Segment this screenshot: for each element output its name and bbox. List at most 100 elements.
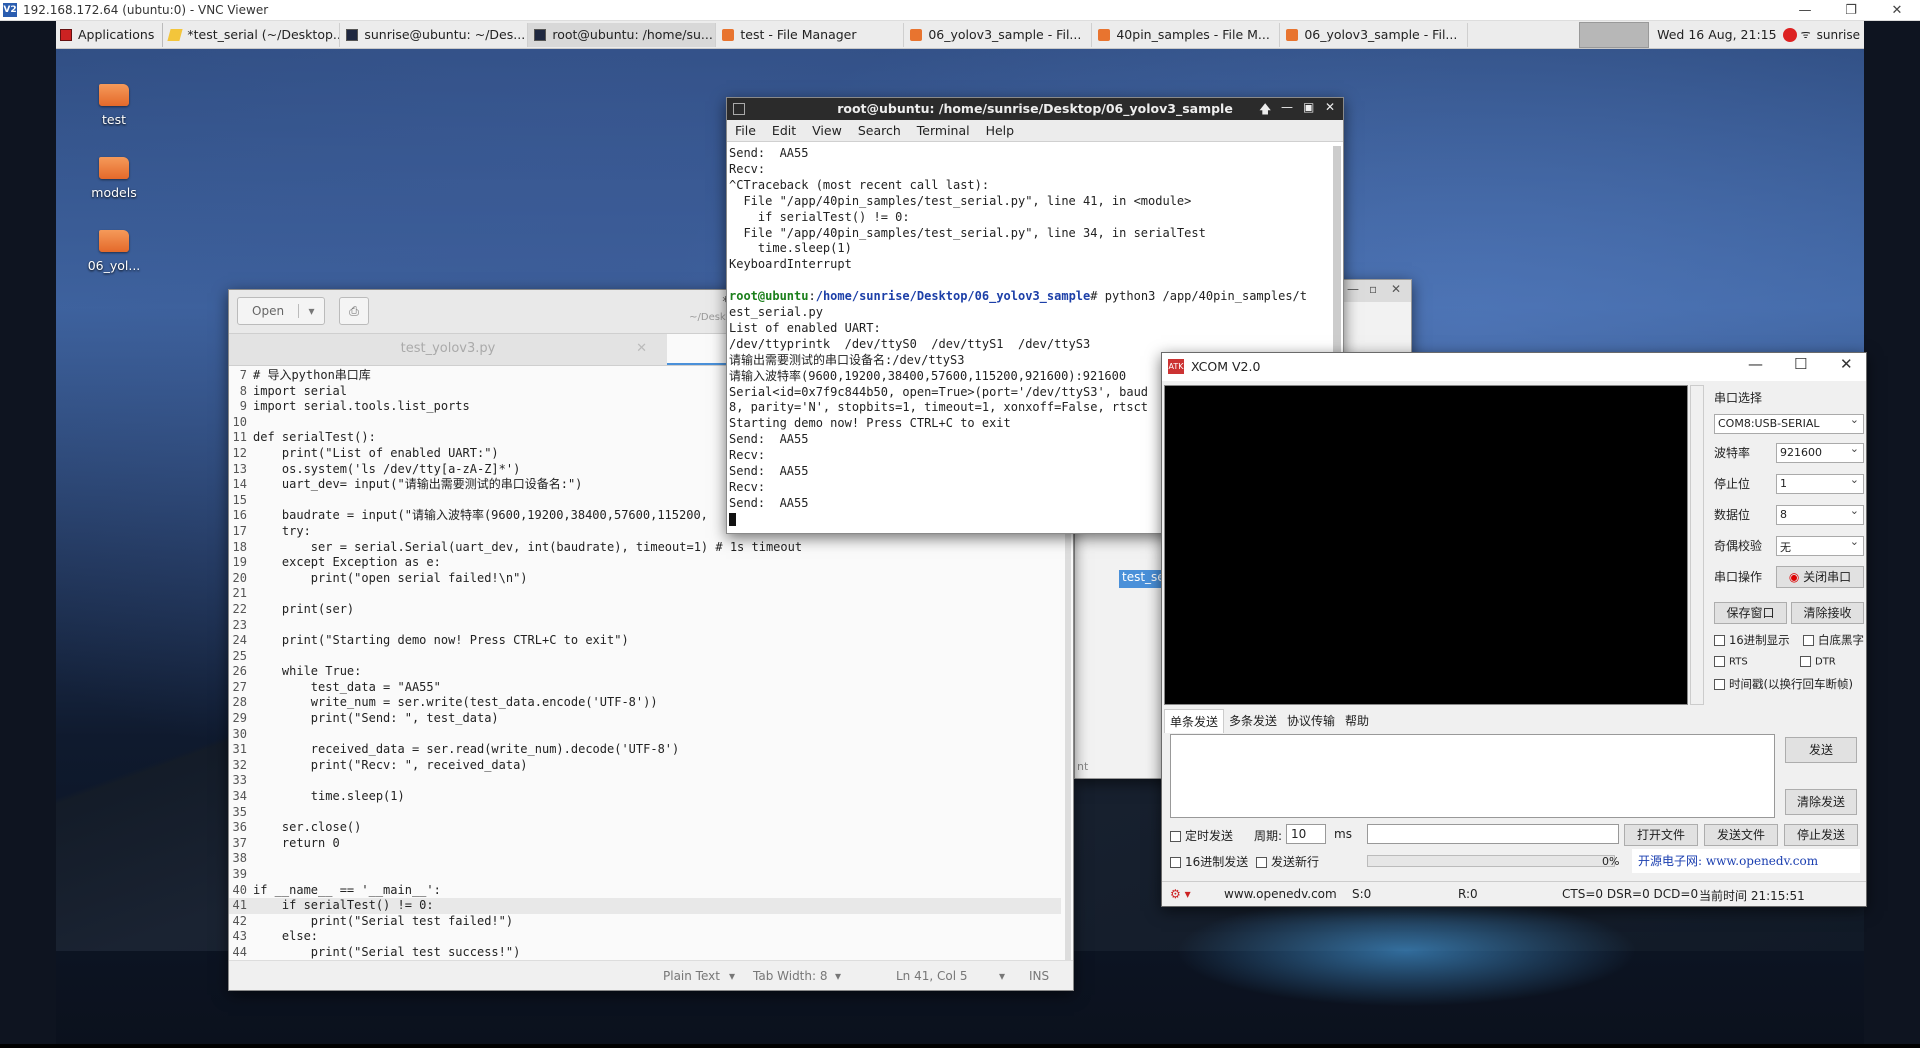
tab-test-yolov3[interactable]: test_yolov3.py ✕ (229, 334, 667, 365)
code-line[interactable]: 41 if serialTest() != 0: (229, 898, 1061, 914)
code-line[interactable]: 43 else: (229, 929, 1061, 945)
restore-icon[interactable]: ❐ (1828, 0, 1874, 21)
menu-search[interactable]: Search (850, 123, 909, 138)
code-line[interactable]: 28 write_num = ser.write(test_data.encod… (229, 695, 1061, 711)
port-select[interactable]: COM8:USB-SERIAL (1714, 413, 1864, 434)
menu-help[interactable]: Help (978, 123, 1023, 138)
openedv-link[interactable]: 开源电子网: www.openedv.com (1632, 849, 1860, 873)
timestamp-checkbox[interactable]: 时间戳(以换行回车断帧) (1714, 676, 1864, 692)
code-line[interactable]: 19 except Exception as e: (229, 555, 1061, 571)
code-line[interactable]: 23 (229, 618, 1061, 634)
stopbits-select[interactable]: 1 (1776, 473, 1864, 494)
open-button[interactable]: Open ▾ (237, 297, 325, 325)
code-line[interactable]: 26 while True: (229, 664, 1061, 680)
rts-checkbox[interactable]: RTS (1714, 656, 1800, 668)
close-icon[interactable]: ✕ (1874, 0, 1920, 21)
menu-edit[interactable]: Edit (764, 123, 804, 138)
databits-select[interactable]: 8 (1776, 504, 1864, 525)
close-icon[interactable]: ✕ (636, 334, 647, 364)
code-line[interactable]: 30 (229, 727, 1061, 743)
task-file-manager-yolov3[interactable]: 06_yolov3_sample - Fil... (904, 22, 1093, 47)
timed-send-checkbox[interactable]: 定时发送 (1170, 827, 1233, 844)
parity-select[interactable]: 无 (1776, 535, 1864, 556)
code-line[interactable]: 37 return 0 (229, 836, 1061, 852)
send-button[interactable]: 发送 (1785, 737, 1857, 763)
desktop-icon-yolov3[interactable]: 06_yol... (74, 230, 154, 273)
minimize-icon[interactable]: — (1782, 0, 1828, 21)
network-icon[interactable]: ᯤ (1801, 27, 1811, 42)
tab-protocol[interactable]: 协议传输 (1282, 709, 1340, 733)
code-line[interactable]: 42 print("Serial test failed!") (229, 914, 1061, 930)
task-terminal-root[interactable]: root@ubuntu: /home/su... (528, 22, 717, 47)
code-line[interactable]: 31 received_data = ser.read(write_num).d… (229, 742, 1061, 758)
language-selector[interactable]: Plain Text (663, 969, 720, 983)
code-line[interactable]: 38 (229, 851, 1061, 867)
clear-receive-button[interactable]: 清除接收 (1791, 602, 1864, 624)
save-icon[interactable]: ⎙ (339, 297, 369, 325)
menu-file[interactable]: File (727, 123, 764, 138)
maximize-icon[interactable]: ☐ (1794, 355, 1807, 373)
tab-width-selector[interactable]: Tab Width: 8 (753, 969, 827, 983)
code-line[interactable]: 24 print("Starting demo now! Press CTRL+… (229, 633, 1061, 649)
code-line[interactable]: 44 print("Serial test success!") (229, 945, 1061, 961)
task-file-manager-test[interactable]: test - File Manager (716, 22, 905, 47)
scrollbar[interactable] (1690, 385, 1704, 705)
selected-file[interactable]: test_se (1119, 570, 1165, 588)
close-icon[interactable]: ✕ (1840, 355, 1853, 373)
task-file-manager-yolov3-2[interactable]: 06_yolov3_sample - Fil... (1280, 22, 1469, 47)
task-terminal-sunrise[interactable]: sunrise@ubuntu: ~/Des... (340, 22, 529, 47)
tab-help[interactable]: 帮助 (1340, 709, 1374, 733)
chevron-down-icon[interactable]: ▾ (298, 304, 324, 318)
white-bg-checkbox[interactable]: 白底黑字 (1803, 632, 1864, 648)
minimize-icon[interactable]: — (1347, 282, 1359, 296)
baud-select[interactable]: 921600 (1776, 442, 1864, 463)
tab-single-send[interactable]: 单条发送 (1164, 709, 1225, 733)
settings-icon[interactable]: ⚙ ▾ (1170, 887, 1191, 901)
dtr-checkbox[interactable]: DTR (1800, 656, 1864, 668)
workspace-switcher[interactable] (1579, 21, 1650, 48)
code-line[interactable]: 39 (229, 867, 1061, 883)
task-file-manager-40pin[interactable]: 40pin_samples - File M... (1092, 22, 1281, 47)
notification-icon[interactable] (1782, 27, 1797, 42)
period-input[interactable]: 10 (1286, 824, 1326, 844)
stop-send-button[interactable]: 停止发送 (1784, 824, 1858, 846)
file-path-input[interactable] (1367, 824, 1619, 844)
send-newline-checkbox[interactable]: 发送新行 (1256, 853, 1319, 870)
desktop-icon-test[interactable]: test (74, 84, 154, 127)
menu-view[interactable]: View (804, 123, 850, 138)
desktop-icon-models[interactable]: models (74, 157, 154, 200)
code-line[interactable]: 20 print("open serial failed!\n") (229, 571, 1061, 587)
applications-menu[interactable]: Applications (56, 22, 164, 47)
task-editor[interactable]: *test_serial (~/Desktop... (163, 22, 341, 47)
receive-area[interactable] (1164, 385, 1688, 705)
open-file-button[interactable]: 打开文件 (1624, 824, 1698, 846)
code-line[interactable]: 22 print(ser) (229, 602, 1061, 618)
code-line[interactable]: 25 (229, 649, 1061, 665)
clear-send-button[interactable]: 清除发送 (1785, 789, 1857, 815)
pin-icon[interactable]: 🡅 (1259, 100, 1271, 121)
tab-multi-send[interactable]: 多条发送 (1224, 709, 1282, 733)
code-line[interactable]: 29 print("Send: ", test_data) (229, 711, 1061, 727)
hex-display-checkbox[interactable]: 16进制显示 (1714, 632, 1803, 648)
close-port-button[interactable]: ◉ 关闭串口 (1776, 565, 1864, 588)
save-window-button[interactable]: 保存窗口 (1714, 602, 1787, 624)
hex-send-checkbox[interactable]: 16进制发送 (1170, 853, 1248, 870)
code-line[interactable]: 35 (229, 805, 1061, 821)
send-file-button[interactable]: 发送文件 (1704, 824, 1778, 846)
menu-terminal[interactable]: Terminal (909, 123, 978, 138)
code-line[interactable]: 36 ser.close() (229, 820, 1061, 836)
minimize-icon[interactable]: — (1281, 100, 1293, 114)
close-icon[interactable]: ✕ (1391, 282, 1401, 296)
code-line[interactable]: 32 print("Recv: ", received_data) (229, 758, 1061, 774)
code-line[interactable]: 33 (229, 773, 1061, 789)
code-line[interactable]: 21 (229, 586, 1061, 602)
code-line[interactable]: 27 test_data = "AA55" (229, 680, 1061, 696)
status-site[interactable]: www.openedv.com (1224, 887, 1337, 901)
minimize-icon[interactable]: — (1748, 355, 1763, 373)
panel-clock[interactable]: Wed 16 Aug, 21:15 (1657, 27, 1776, 42)
maximize-icon[interactable]: ▫ (1369, 282, 1377, 296)
close-icon[interactable]: ✕ (1325, 100, 1335, 114)
send-input[interactable] (1170, 734, 1775, 818)
user-menu[interactable]: sunrise (1817, 28, 1860, 42)
code-line[interactable]: 40 if __name__ == '__main__': (229, 883, 1061, 899)
